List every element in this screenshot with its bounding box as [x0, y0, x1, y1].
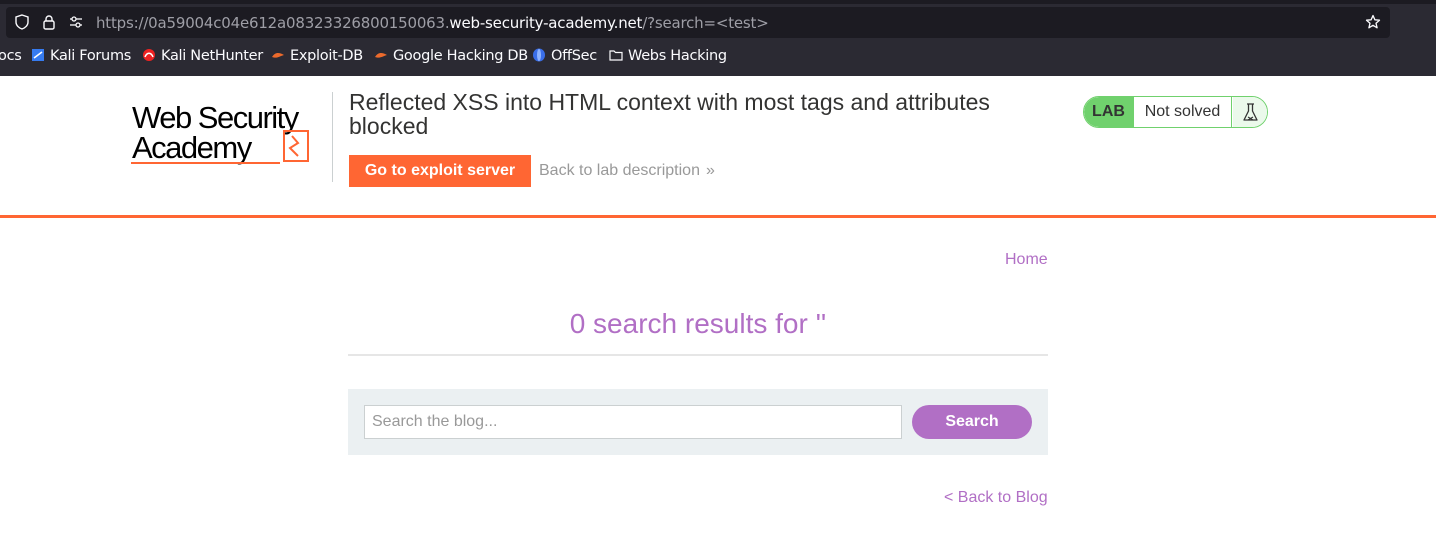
bookmark-docs[interactable]: ocs [0, 48, 22, 64]
bookmark-offsec[interactable]: OffSec [532, 48, 597, 64]
academy-lab-header: Web Security Academy Reflected XSS into … [0, 76, 1436, 218]
bookmark-label: Kali NetHunter [161, 48, 263, 64]
address-bar[interactable]: https://0a59004c04e612a08323326800150063… [6, 7, 1390, 38]
search-results-heading: 0 search results for '' [569, 308, 827, 339]
bookmark-kali-forums[interactable]: Kali Forums [31, 48, 131, 64]
offsec-icon [533, 48, 545, 62]
search-form: Search [348, 389, 1048, 455]
lab-title: Reflected XSS into HTML context with mos… [349, 89, 990, 139]
web-security-academy-logo[interactable]: Web Security Academy [130, 96, 330, 166]
permissions-icon[interactable] [68, 14, 84, 30]
bookmark-label: Exploit-DB [290, 48, 363, 64]
ghdb-icon [375, 52, 387, 58]
folder-icon [609, 50, 623, 61]
back-to-lab-label: Back to lab description [539, 162, 700, 179]
lab-status-text: Not solved [1133, 97, 1232, 127]
bookmark-label: ocs [0, 48, 22, 64]
kali-forums-icon [32, 49, 44, 61]
lab-badge: LAB [1084, 97, 1133, 127]
bookmark-label: Google Hacking DB [393, 48, 528, 64]
lock-icon[interactable] [41, 14, 57, 30]
logo-mark-icon [283, 130, 309, 162]
lab-status-widget: LAB Not solved [1083, 96, 1268, 128]
bookmark-star-icon[interactable] [1365, 14, 1381, 30]
tab-strip [0, 0, 1436, 4]
flask-icon [1243, 103, 1258, 121]
heading-divider [348, 354, 1048, 356]
bookmark-kali-nethunter[interactable]: Kali NetHunter [142, 48, 263, 64]
logo-divider [332, 92, 333, 182]
home-link[interactable]: Home [1005, 251, 1048, 269]
url-host: web-security-academy.net [449, 14, 643, 32]
flask-icon-container [1233, 97, 1267, 127]
bookmarks-bar: ocs Kali Forums Kali NetHunter Exploit-D… [0, 46, 1436, 70]
go-to-exploit-server-button[interactable]: Go to exploit server [349, 155, 531, 187]
url-path: /?search=<test> [642, 14, 769, 32]
bookmark-label: OffSec [551, 48, 597, 64]
bookmark-google-hacking-db[interactable]: Google Hacking DB [374, 48, 528, 64]
url-text[interactable]: https://0a59004c04e612a08323326800150063… [96, 14, 769, 32]
double-chevron-right-icon: » [705, 162, 715, 179]
bookmark-folder-webs-hacking[interactable]: Webs Hacking [609, 48, 727, 64]
bookmark-label: Webs Hacking [628, 48, 727, 64]
browser-chrome: https://0a59004c04e612a08323326800150063… [0, 0, 1436, 76]
search-input[interactable] [364, 405, 902, 439]
exploit-db-icon [272, 52, 284, 58]
bookmark-label: Kali Forums [50, 48, 132, 64]
url-prefix: https://0a59004c04e612a08323326800150063… [96, 14, 450, 32]
search-button[interactable]: Search [912, 405, 1032, 439]
back-to-blog-link[interactable]: < Back to Blog [944, 489, 1048, 507]
back-to-lab-description-link[interactable]: Back to lab description » [539, 162, 715, 180]
logo-line2: Academy [132, 130, 253, 165]
bookmark-exploit-db[interactable]: Exploit-DB [271, 48, 363, 64]
kali-nethunter-icon [143, 49, 155, 61]
shield-icon[interactable] [14, 14, 30, 30]
